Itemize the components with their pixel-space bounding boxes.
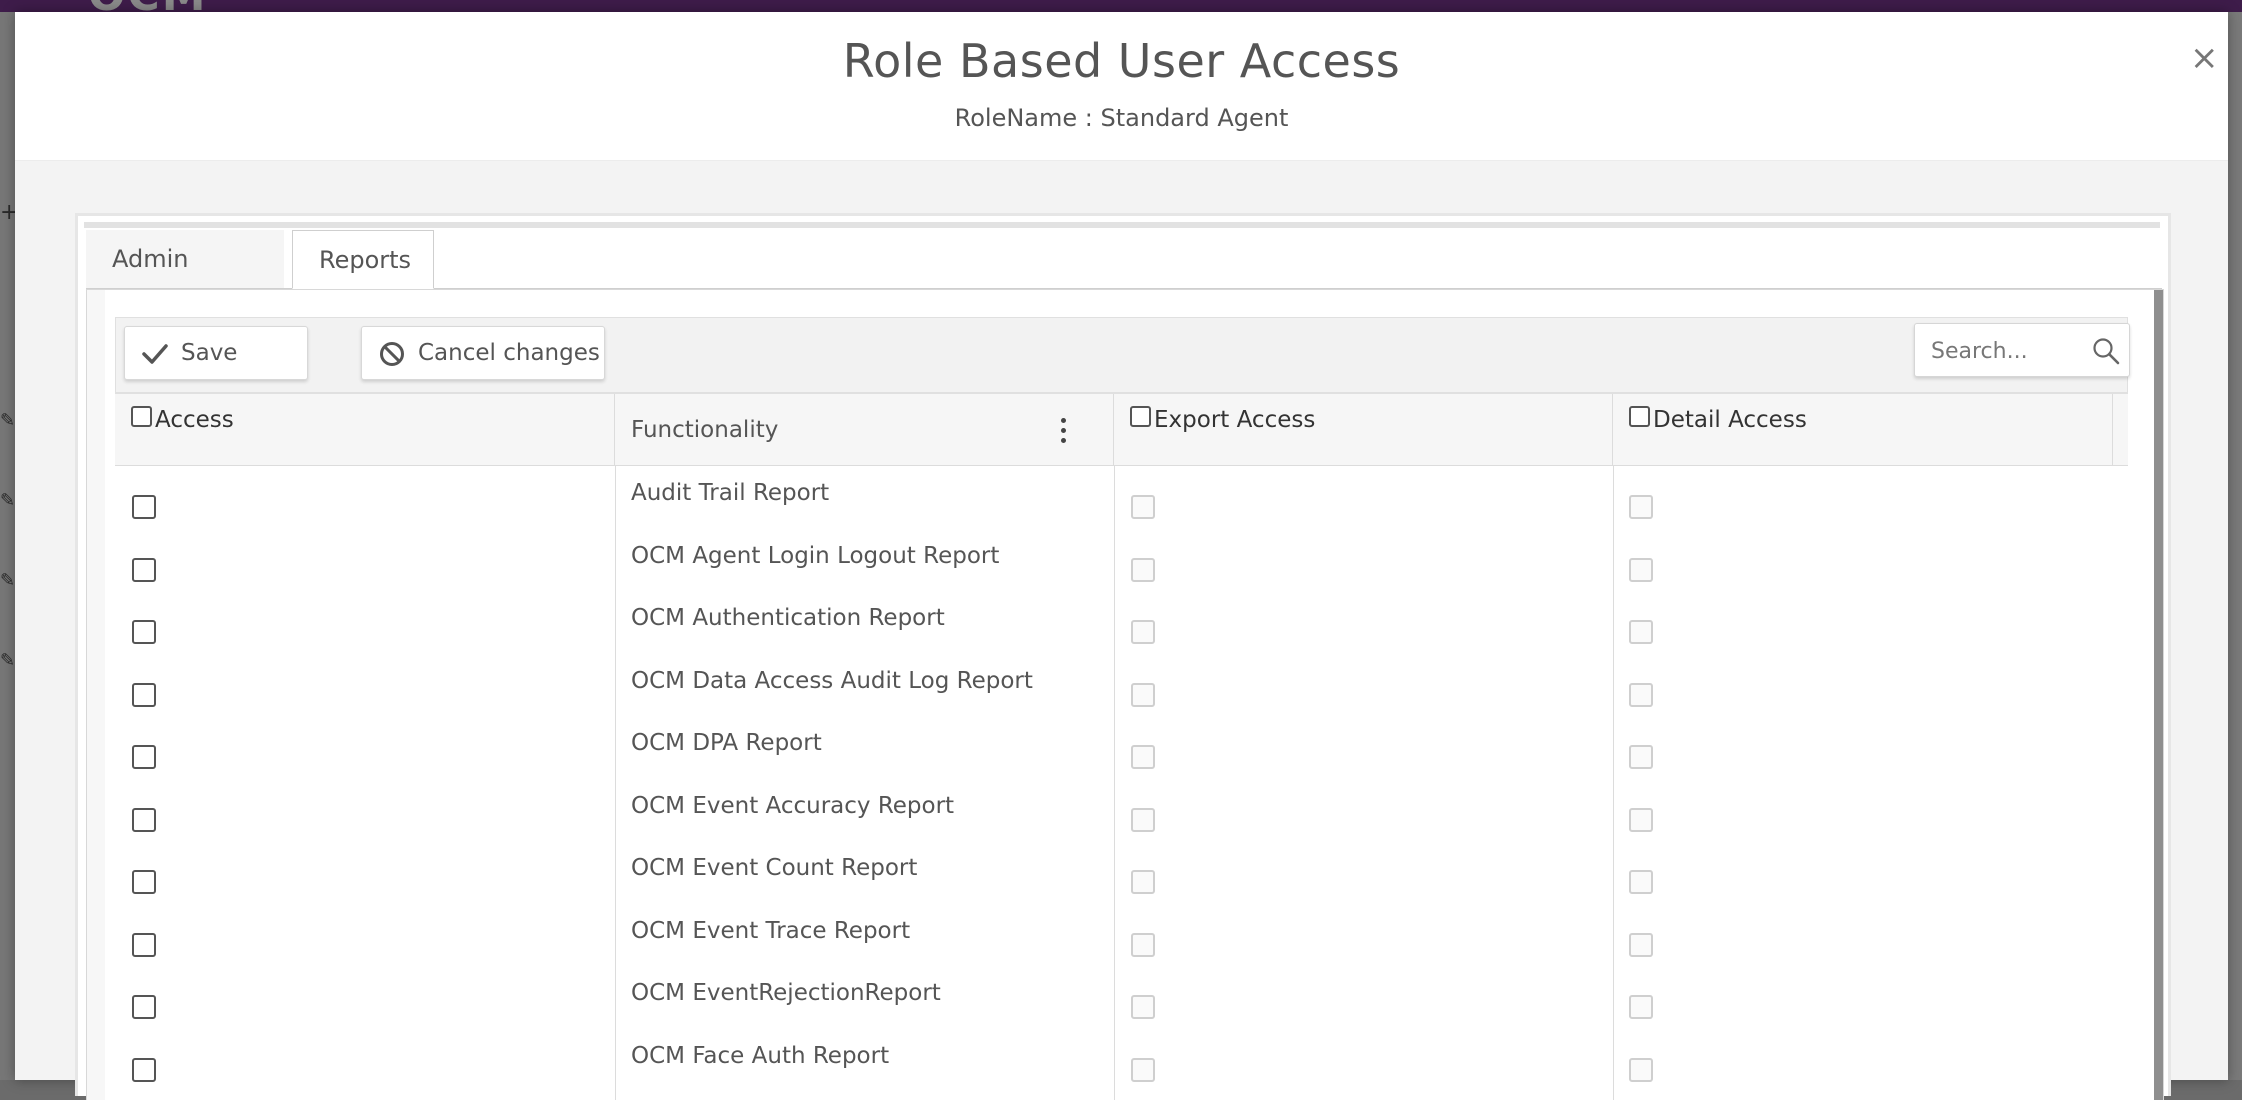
column-header-functionality[interactable]: Functionality <box>615 394 1114 466</box>
table-row: OCM DPA Report <box>115 724 2128 786</box>
cancel-changes-button[interactable]: Cancel changes <box>361 326 605 380</box>
access-checkbox[interactable] <box>132 995 156 1019</box>
column-label-detail-access: Detail Access <box>1653 407 1807 433</box>
export-access-checkbox <box>1131 995 1155 1019</box>
export-access-checkbox <box>1131 682 1155 707</box>
detail-access-checkbox <box>1629 620 1653 644</box>
detail-access-checkbox <box>1629 1057 1653 1082</box>
export-access-checkbox <box>1131 557 1155 582</box>
column-menu-icon[interactable] <box>1058 418 1068 448</box>
search-box <box>1914 323 2130 377</box>
check-icon <box>142 344 168 364</box>
detail-access-checkbox <box>1629 807 1653 832</box>
access-panel: Admin Pages Reports Save changes <box>75 213 2171 1100</box>
access-checkbox[interactable] <box>132 932 156 957</box>
modal-header: Role Based User Access RoleName : Standa… <box>15 12 2228 161</box>
column-header-detail-access: Detail Access <box>1613 394 2113 466</box>
table-row: OCM Face Auth Report <box>115 1037 2128 1099</box>
export-access-checkbox <box>1131 620 1155 644</box>
table-row: OCM Event Accuracy Report <box>115 787 2128 849</box>
search-input[interactable] <box>1929 332 2093 370</box>
app-background-right <box>2228 12 2242 1080</box>
functionality-cell: OCM Data Access Audit Log Report <box>631 667 1033 694</box>
table-row: Audit Trail Report <box>115 474 2128 536</box>
close-icon[interactable]: × <box>2190 40 2219 76</box>
table-body: Audit Trail Report OCM Agent Login Logout… <box>115 466 2128 1100</box>
access-checkbox[interactable] <box>132 557 156 582</box>
select-all-detail-checkbox[interactable] <box>1629 406 1650 427</box>
functionality-cell: Audit Trail Report <box>631 480 830 506</box>
cancel-changes-label: Cancel changes <box>418 340 600 366</box>
functionality-cell: OCM Face Auth Report <box>631 1042 890 1069</box>
table-row: OCM EventRejectionReport <box>115 974 2128 1036</box>
app-topbar <box>0 0 2242 12</box>
column-label-export-access: Export Access <box>1154 407 1316 433</box>
access-checkbox[interactable] <box>132 807 156 832</box>
functionality-cell: OCM Agent Login Logout Report <box>631 542 1000 569</box>
grid-toolbar: Save changes Cancel changes <box>115 317 2130 418</box>
table-row: OCM Authentication Report <box>115 599 2128 661</box>
edit-icon: ✎ <box>0 570 16 591</box>
detail-access-checkbox <box>1629 745 1653 769</box>
access-checkbox[interactable] <box>132 1057 156 1082</box>
export-access-checkbox <box>1131 932 1155 957</box>
edit-icon: ✎ <box>0 410 16 431</box>
ban-icon <box>380 342 404 366</box>
functionality-cell: OCM Event Trace Report <box>631 917 911 944</box>
modal-subtitle: RoleName : Standard Agent <box>954 104 1289 132</box>
access-checkbox[interactable] <box>132 682 156 707</box>
app-background-left <box>0 12 15 1080</box>
access-checkbox[interactable] <box>132 620 156 644</box>
search-icon[interactable] <box>2091 336 2121 366</box>
detail-access-checkbox <box>1629 495 1653 519</box>
save-changes-button[interactable]: Save changes <box>124 326 308 418</box>
access-checkbox[interactable] <box>132 495 156 519</box>
functionality-cell: OCM DPA Report <box>631 730 822 756</box>
functionality-cell: OCM Event Count Report <box>631 855 918 881</box>
select-all-export-checkbox[interactable] <box>1130 406 1151 427</box>
access-checkbox[interactable] <box>132 745 156 769</box>
export-access-checkbox <box>1131 745 1155 769</box>
column-header-export-access: Export Access <box>1114 394 1613 466</box>
tab-admin-pages[interactable]: Admin Pages <box>86 230 284 331</box>
functionality-cell: OCM EventRejectionReport <box>631 980 941 1006</box>
functionality-cell: OCM Authentication Report <box>631 605 945 631</box>
export-access-checkbox <box>1131 495 1155 519</box>
modal-body: Admin Pages Reports Save changes <box>15 161 2228 1100</box>
export-access-checkbox <box>1131 870 1155 894</box>
column-header-access: Access <box>115 394 615 466</box>
detail-access-checkbox <box>1629 995 1653 1019</box>
role-access-modal: Role Based User Access RoleName : Standa… <box>15 12 2228 1100</box>
column-label-access: Access <box>155 407 234 433</box>
grid-scrollbar[interactable] <box>2154 290 2163 1100</box>
column-label-functionality: Functionality <box>631 417 779 443</box>
export-access-checkbox <box>1131 1057 1155 1082</box>
modal-title: Role Based User Access <box>842 34 1401 88</box>
detail-access-checkbox <box>1629 870 1653 894</box>
export-access-checkbox <box>1131 807 1155 832</box>
table-row: OCM Agent Login Logout Report <box>115 537 2128 599</box>
table-row: OCM Event Count Report <box>115 849 2128 911</box>
tab-reports[interactable]: Reports <box>292 230 434 289</box>
detail-access-checkbox <box>1629 932 1653 957</box>
tab-strip: Admin Pages Reports <box>86 230 2162 331</box>
select-all-access-checkbox[interactable] <box>131 406 152 427</box>
functionality-cell: OCM Event Accuracy Report <box>631 792 955 819</box>
access-checkbox[interactable] <box>132 870 156 894</box>
reports-grid: Save changes Cancel changes <box>86 289 2164 1100</box>
table-row: OCM Data Access Audit Log Report <box>115 662 2128 724</box>
edit-icon: ✎ <box>0 490 16 511</box>
detail-access-checkbox <box>1629 682 1653 707</box>
edit-icon: ✎ <box>0 650 16 671</box>
table-row: OCM Event Trace Report <box>115 912 2128 974</box>
detail-access-checkbox <box>1629 557 1653 582</box>
table-header: Access Functionality Export Access Detai… <box>115 393 2128 466</box>
